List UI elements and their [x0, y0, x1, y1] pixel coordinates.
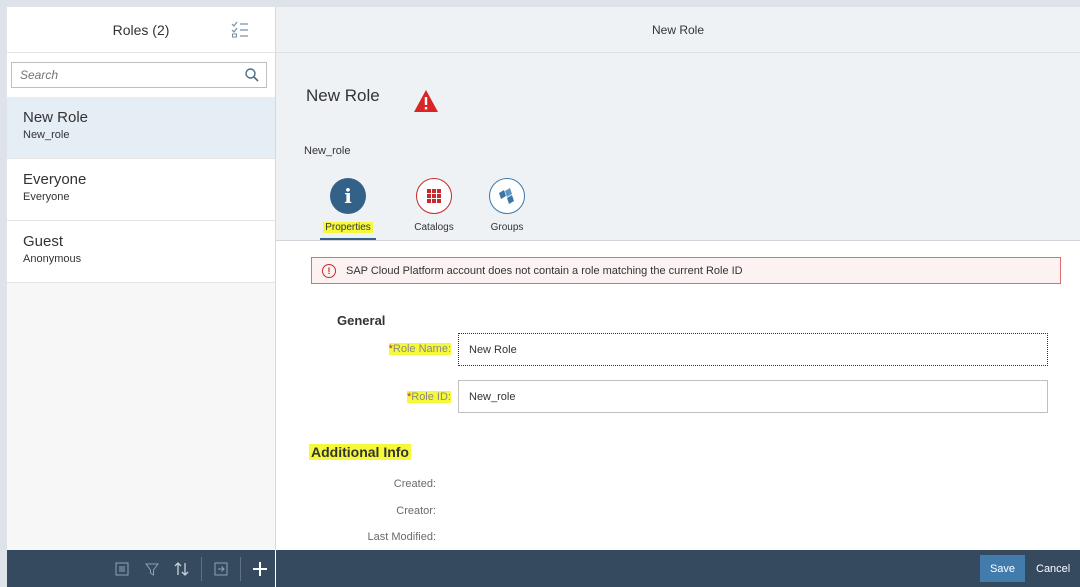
error-message-strip: ! SAP Cloud Platform account does not co… — [311, 257, 1061, 284]
master-footer-toolbar — [7, 550, 275, 587]
app-window: Roles (2) New Role New_role — [7, 7, 1080, 587]
detail-pane: New Role New Role New_role i Properties — [276, 7, 1080, 550]
tab-properties[interactable]: i Properties — [318, 178, 378, 241]
search-input[interactable] — [18, 67, 244, 83]
detail-header: New Role — [276, 7, 1080, 53]
cancel-button[interactable]: Cancel — [1030, 555, 1080, 582]
search-icon[interactable] — [244, 67, 260, 83]
import-icon[interactable] — [206, 550, 236, 587]
tab-label: Properties — [323, 222, 373, 233]
tab-label: Catalogs — [414, 222, 454, 233]
list-item-subtitle: New_role — [23, 129, 70, 141]
role-id-label-highlight: *Role ID: — [406, 391, 451, 403]
search-field[interactable] — [11, 62, 267, 88]
master-pane: Roles (2) New Role New_role — [7, 7, 276, 587]
save-button[interactable]: Save — [980, 555, 1025, 582]
filter-icon[interactable] — [137, 550, 167, 587]
error-message-text: SAP Cloud Platform account does not cont… — [346, 264, 743, 277]
detail-title: New Role — [651, 22, 705, 37]
section-title-additional-info: Additional Info — [309, 444, 411, 460]
master-header: Roles (2) — [7, 7, 275, 53]
list-item-new-role[interactable]: New Role New_role — [7, 97, 275, 159]
role-id-input[interactable] — [458, 380, 1048, 413]
created-label: Created: — [393, 478, 436, 490]
toolbar-separator — [240, 556, 241, 581]
object-subtitle: New_role — [304, 145, 351, 157]
role-name-input[interactable] — [458, 333, 1048, 366]
tab-catalogs[interactable]: Catalogs — [404, 178, 464, 235]
role-name-label: *Role Name: — [276, 343, 451, 355]
section-title-general: General — [337, 313, 386, 328]
grid-icon — [416, 178, 452, 214]
list-item-title: New Role — [23, 109, 89, 126]
object-title: New Role — [306, 86, 380, 105]
detail-footer-toolbar: Save Cancel — [276, 550, 1080, 587]
tab-label: Groups — [490, 222, 524, 233]
list-item-title: Guest — [23, 233, 64, 250]
list-item-subtitle: Everyone — [23, 191, 70, 203]
info-icon: i — [330, 178, 366, 214]
toolbar-separator — [201, 556, 202, 581]
object-header: New Role New_role i Properties Catalogs … — [276, 53, 1080, 241]
add-icon[interactable] — [245, 550, 275, 587]
list-item-title: Everyone — [23, 171, 87, 188]
tab-groups[interactable]: Groups — [477, 178, 537, 235]
list-item-everyone[interactable]: Everyone Everyone — [7, 159, 275, 221]
list-item-subtitle: Anonymous — [23, 253, 82, 265]
error-icon: ! — [322, 263, 336, 278]
last-modified-label: Last Modified: — [367, 531, 436, 543]
role-name-label-highlight: *Role Name: — [388, 343, 451, 355]
list-view-icon[interactable] — [107, 550, 137, 587]
list-item-guest[interactable]: Guest Anonymous — [7, 221, 275, 283]
role-name-label-text: Role Name: — [392, 343, 451, 355]
groups-icon — [489, 178, 525, 214]
multi-select-icon[interactable] — [231, 20, 249, 38]
warning-icon — [414, 90, 438, 112]
header-divider — [276, 240, 1080, 241]
role-id-label: *Role ID: — [276, 391, 451, 403]
creator-label: Creator: — [396, 505, 436, 517]
sort-icon[interactable] — [167, 550, 197, 587]
search-bar — [7, 53, 275, 97]
role-id-label-text: Role ID: — [411, 391, 451, 403]
master-title: Roles (2) — [112, 21, 170, 38]
